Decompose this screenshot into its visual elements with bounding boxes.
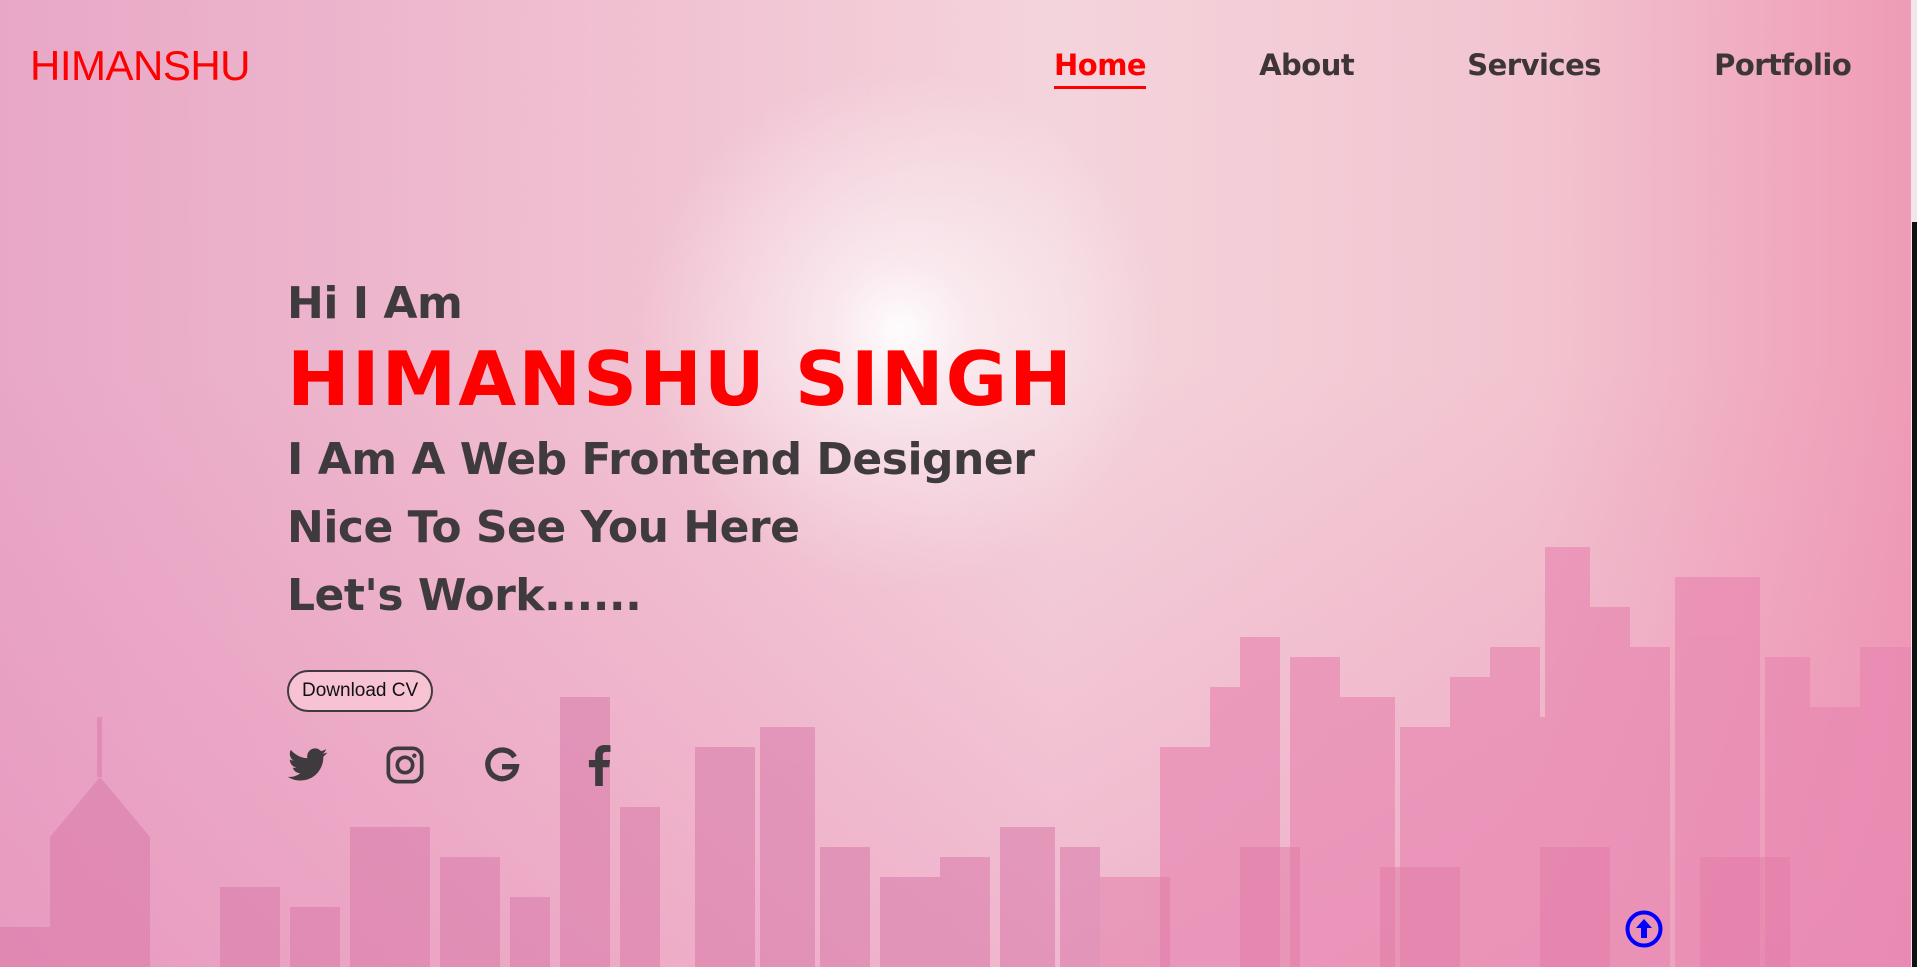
download-cv-button[interactable]: Download CV [287, 670, 434, 712]
nav-about[interactable]: About [1259, 48, 1355, 89]
arrow-up-circle-icon [1625, 910, 1663, 948]
instagram-icon[interactable] [384, 744, 426, 786]
hero-section: Hi I Am HIMANSHU SINGH I Am A Web Fronte… [287, 278, 1074, 786]
main-nav: Home About Services Portfolio [1054, 48, 1917, 89]
facebook-icon[interactable] [578, 744, 620, 786]
hero-tagline: I Am A Web Frontend Designer [287, 434, 1035, 485]
nav-home[interactable]: Home [1054, 48, 1147, 89]
hero-name: HIMANSHU SINGH [287, 335, 1074, 423]
logo[interactable]: HIMANSHU [30, 42, 251, 90]
nav-services[interactable]: Services [1467, 48, 1601, 89]
hero-greeting: Hi I Am [287, 278, 463, 329]
hero-line-2: Nice To See You Here [287, 502, 800, 553]
scrollbar-thumb[interactable] [1912, 222, 1917, 967]
social-links [287, 744, 1074, 786]
twitter-icon[interactable] [287, 744, 329, 786]
hero-line-3: Let's Work...... [287, 570, 642, 621]
nav-portfolio[interactable]: Portfolio [1714, 48, 1852, 89]
scroll-to-top-button[interactable] [1625, 910, 1663, 948]
google-icon[interactable] [481, 744, 523, 786]
